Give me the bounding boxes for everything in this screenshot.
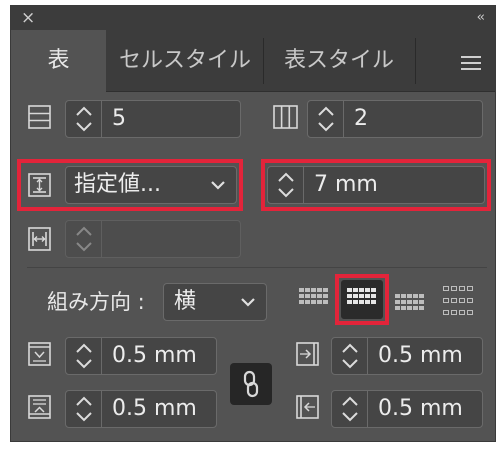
chain-link-icon [243,370,259,398]
left-inset-value[interactable]: 0.5 mm [378,391,463,427]
table-grid-icon [347,288,376,304]
tab-separator [415,38,416,84]
text-direction-label: 組み方向 : [47,290,145,314]
stepper-arrows-icon [342,343,358,369]
bottom-inset-value[interactable]: 0.5 mm [112,391,197,427]
left-inset-stepper[interactable] [332,391,368,427]
row-height-icon [28,173,51,197]
rows-stepper[interactable] [66,101,102,137]
row-height-stepper[interactable] [268,167,304,203]
bottom-inset-field[interactable]: 0.5 mm [65,390,217,428]
right-inset-field[interactable]: 0.5 mm [331,337,483,375]
columns-value[interactable]: 2 [354,101,368,137]
stepper-arrows-icon [76,396,92,422]
chevron-down-icon [241,298,255,307]
column-width-field[interactable] [65,220,241,258]
row-height-mode-value: 指定値... [74,172,161,197]
table-grid-icon[interactable] [299,288,329,310]
text-direction-dropdown[interactable]: 横 [163,283,267,321]
table-grid-icon[interactable] [443,286,473,316]
stepper-arrows-icon [342,396,358,422]
stepper-arrows-icon [318,106,334,132]
table-grid-selected-button[interactable] [341,280,383,319]
top-inset-stepper[interactable] [66,338,102,374]
bottom-inset-icon [28,395,51,419]
left-inset-icon [296,395,319,419]
table-grid-icon[interactable] [395,294,425,316]
top-inset-icon [28,342,51,366]
right-inset-value[interactable]: 0.5 mm [378,338,463,374]
tab-cell-style[interactable]: セルスタイル [107,30,263,92]
chevron-down-icon [211,181,225,190]
panel-titlebar: × ‹‹ [11,6,495,30]
stepper-arrows-icon [76,226,92,252]
text-direction-value: 横 [174,289,197,314]
close-icon[interactable]: × [21,8,35,28]
table-panel: × ‹‹ 表 セルスタイル 表スタイル 5 2 指定値... 7 mm 組み方向… [10,5,496,442]
link-insets-button[interactable] [230,363,272,405]
tab-table-style[interactable]: 表スタイル [264,30,414,92]
columns-field[interactable]: 2 [307,100,483,138]
right-inset-icon [296,342,319,366]
panel-menu-icon[interactable] [461,56,481,70]
top-inset-field[interactable]: 0.5 mm [65,337,217,375]
row-height-mode-dropdown[interactable]: 指定値... [65,166,237,204]
stepper-arrows-icon [76,106,92,132]
left-inset-field[interactable]: 0.5 mm [331,390,483,428]
section-divider [27,267,487,268]
column-width-icon [28,227,51,251]
tab-bar: 表 セルスタイル 表スタイル [11,30,495,93]
rows-icon [28,105,51,129]
columns-icon [273,105,298,129]
columns-stepper[interactable] [308,101,344,137]
rows-value[interactable]: 5 [112,101,126,137]
bottom-inset-stepper[interactable] [66,391,102,427]
right-inset-stepper[interactable] [332,338,368,374]
row-height-value[interactable]: 7 mm [314,167,378,203]
stepper-arrows-icon [76,343,92,369]
stepper-arrows-icon [278,172,294,198]
column-width-stepper[interactable] [66,221,102,257]
row-height-field[interactable]: 7 mm [267,166,485,204]
collapse-panel-icon[interactable]: ‹‹ [477,8,486,28]
rows-field[interactable]: 5 [65,100,241,138]
top-inset-value[interactable]: 0.5 mm [112,338,197,374]
tab-table[interactable]: 表 [11,30,106,93]
